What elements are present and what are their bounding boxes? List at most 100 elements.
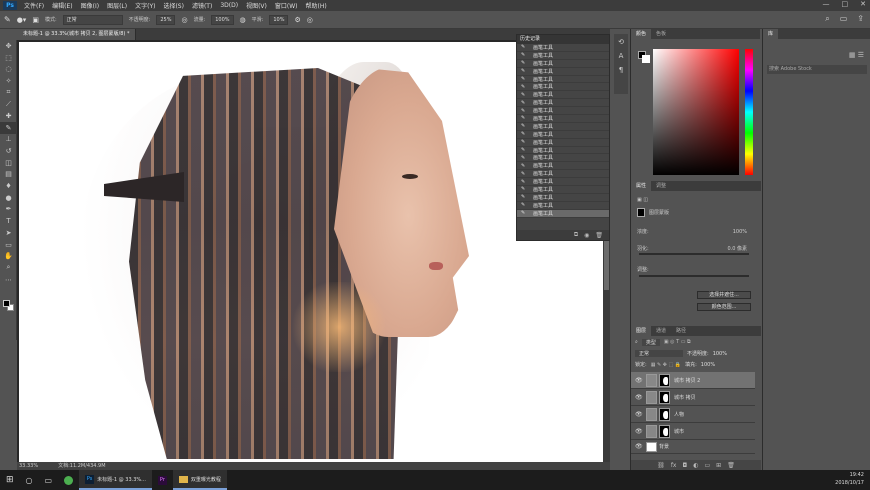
maximize-button[interactable]: □: [842, 0, 849, 8]
history-item[interactable]: ✎ 画笔工具: [517, 162, 609, 171]
smooth-settings-icon[interactable]: ⚙: [294, 16, 300, 24]
menu-select[interactable]: 选择(S): [159, 1, 188, 10]
visibility-eye-icon[interactable]: 👁: [635, 411, 643, 418]
stamp-tool-icon[interactable]: ⊥: [0, 134, 17, 146]
tab-properties[interactable]: 属性: [631, 181, 652, 191]
visibility-eye-icon[interactable]: 👁: [635, 443, 643, 450]
type-tool-icon[interactable]: T: [0, 215, 17, 227]
pressure-size-icon[interactable]: ◎: [307, 16, 313, 24]
tab-paths[interactable]: 路径: [671, 326, 691, 336]
layer-row[interactable]: 👁 城市 拷贝 2: [631, 372, 755, 389]
layer-mask-thumbnail[interactable]: [659, 424, 670, 438]
menu-layer[interactable]: 图层(L): [103, 1, 131, 10]
tab-channels[interactable]: 通道: [651, 326, 671, 336]
history-item[interactable]: ✎ 画笔工具: [517, 170, 609, 179]
layer-mask-thumbnail[interactable]: [659, 390, 670, 404]
history-item-current[interactable]: ✎ 画笔工具: [517, 209, 609, 218]
layer-style-icon[interactable]: fx: [671, 462, 677, 469]
document-tab[interactable]: 未标题-1 @ 33.3%(城市 拷贝 2, 图层蒙版/8) *: [17, 29, 137, 40]
system-clock[interactable]: 19:42 2018/10/17: [835, 471, 864, 487]
zoom-level[interactable]: 33.33%: [19, 462, 38, 470]
search-icon[interactable]: ⌕: [825, 14, 829, 24]
blur-tool-icon[interactable]: ♦: [0, 180, 17, 192]
history-item[interactable]: ✎ 画笔工具: [517, 131, 609, 139]
menu-edit[interactable]: 编辑(E): [48, 1, 76, 10]
pressure-opacity-icon[interactable]: ◎: [181, 16, 187, 24]
browser-icon[interactable]: [58, 470, 79, 490]
taskbar-premiere[interactable]: Pr: [152, 470, 173, 490]
visibility-eye-icon[interactable]: 👁: [635, 428, 643, 435]
paragraph-panel-icon[interactable]: ¶: [619, 66, 623, 74]
taskbar-folder[interactable]: 双重曝光教程: [172, 470, 227, 490]
pixel-mask-icon[interactable]: ▣: [637, 197, 642, 203]
new-group-icon[interactable]: ▭: [704, 462, 710, 469]
layer-row[interactable]: 👁 背景: [631, 440, 755, 454]
lasso-tool-icon[interactable]: ◌: [0, 63, 17, 75]
filter-icons[interactable]: ▣ ◎ T ▭ ⧉: [664, 339, 691, 345]
close-button[interactable]: ✕: [860, 0, 866, 8]
color-field[interactable]: [653, 49, 739, 175]
history-panel-icon[interactable]: ⟲: [618, 38, 624, 46]
eyedropper-tool-icon[interactable]: ⟋: [0, 98, 17, 110]
tab-swatches[interactable]: 色板: [651, 29, 671, 39]
gradient-tool-icon[interactable]: ▤: [0, 169, 17, 181]
history-item[interactable]: ✎ 画笔工具: [517, 178, 609, 187]
delete-layer-icon[interactable]: 🗑: [727, 462, 735, 469]
brush-settings-icon[interactable]: ▣: [32, 16, 39, 24]
pen-tool-icon[interactable]: ✒: [0, 204, 17, 216]
delete-trash-icon[interactable]: 🗑: [595, 232, 603, 239]
layer-opacity-value[interactable]: 100%: [713, 351, 727, 357]
adjustment-layer-icon[interactable]: ◐: [693, 462, 698, 469]
menu-image[interactable]: 图像(I): [77, 1, 103, 10]
hand-tool-icon[interactable]: ✋: [0, 250, 17, 262]
workspace-icon[interactable]: ▭: [840, 14, 848, 24]
add-mask-icon[interactable]: ◘: [682, 462, 687, 469]
fill-value[interactable]: 100%: [701, 362, 715, 368]
menu-help[interactable]: 帮助(H): [302, 1, 331, 10]
menu-type[interactable]: 文字(Y): [131, 1, 159, 10]
history-item[interactable]: ✎ 画笔工具: [517, 83, 609, 92]
snapshot-camera-icon[interactable]: ◉: [584, 232, 589, 239]
layer-kind-select[interactable]: 类型: [641, 338, 660, 346]
history-item[interactable]: ✎ 画笔工具: [517, 44, 609, 52]
path-selection-tool-icon[interactable]: ➤: [0, 227, 17, 239]
new-document-from-state-icon[interactable]: ⧉: [574, 231, 578, 239]
visibility-eye-icon[interactable]: 👁: [635, 377, 643, 384]
tab-layers[interactable]: 图层: [631, 326, 652, 336]
menu-3d[interactable]: 3D(D): [216, 2, 242, 9]
magic-wand-tool-icon[interactable]: ✧: [0, 75, 17, 87]
start-button[interactable]: ⊞: [0, 470, 20, 490]
history-item[interactable]: ✎ 画笔工具: [517, 123, 609, 131]
history-item[interactable]: ✎ 画笔工具: [517, 99, 609, 108]
history-item[interactable]: ✎ 画笔工具: [517, 147, 609, 155]
tab-color[interactable]: 颜色: [631, 29, 652, 39]
menu-filter[interactable]: 滤镜(T): [188, 1, 216, 10]
menu-view[interactable]: 视图(V): [242, 1, 271, 10]
menu-file[interactable]: 文件(F): [20, 1, 48, 10]
density-slider[interactable]: [639, 253, 749, 255]
library-search-input[interactable]: 搜索 Adobe Stock: [767, 65, 867, 74]
zoom-tool-icon[interactable]: ⌕: [0, 262, 17, 274]
blend-mode-select[interactable]: 正常: [635, 350, 683, 357]
flow-field[interactable]: 100%: [211, 14, 234, 25]
history-item[interactable]: ✎ 画笔工具: [517, 91, 609, 100]
layer-mask-thumbnail[interactable]: [659, 373, 670, 387]
history-item[interactable]: ✎ 画笔工具: [517, 154, 609, 163]
link-layers-icon[interactable]: ⛓: [657, 462, 665, 469]
airbrush-icon[interactable]: ◍: [240, 16, 246, 24]
feather-value[interactable]: 0.0 像素: [727, 245, 747, 252]
history-item[interactable]: ✎ 画笔工具: [517, 52, 609, 60]
dodge-tool-icon[interactable]: ●: [0, 192, 17, 204]
hue-slider[interactable]: [745, 49, 753, 175]
smooth-field[interactable]: 10%: [269, 14, 289, 25]
layer-row[interactable]: 👁 城市: [631, 423, 755, 440]
shape-tool-icon[interactable]: ▭: [0, 239, 17, 251]
brush-tool-icon[interactable]: ✎: [4, 15, 11, 24]
history-brush-tool-icon[interactable]: ↺: [0, 145, 17, 157]
character-panel-icon[interactable]: A: [619, 52, 624, 60]
move-tool-icon[interactable]: ✥: [0, 40, 17, 52]
new-layer-icon[interactable]: ⊞: [716, 462, 721, 469]
marquee-tool-icon[interactable]: ⬚: [0, 52, 17, 64]
foreground-color-swatch[interactable]: [3, 300, 10, 307]
healing-tool-icon[interactable]: ✚: [0, 110, 17, 122]
